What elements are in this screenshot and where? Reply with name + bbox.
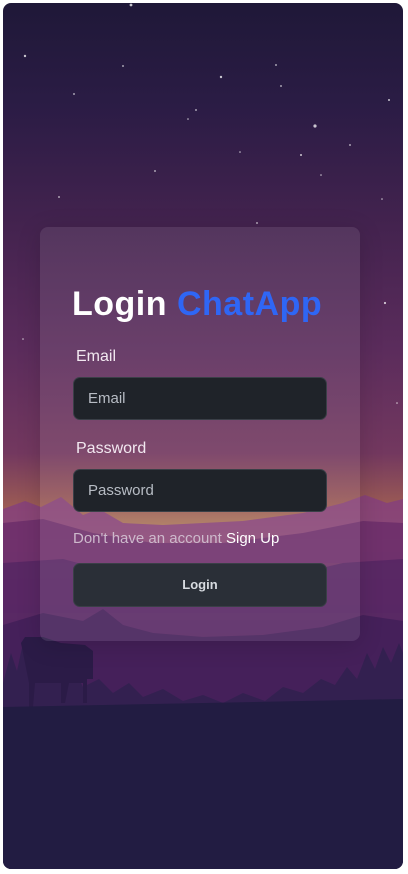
- password-field-container: [73, 469, 327, 512]
- signup-prompt-line: Don't have an account Sign Up: [73, 529, 279, 549]
- signup-link[interactable]: Sign Up: [226, 530, 279, 547]
- password-label: Password: [76, 440, 147, 457]
- login-button[interactable]: Login: [73, 563, 327, 607]
- email-label: Email: [76, 348, 117, 365]
- signup-prompt: Don't have an account: [73, 530, 222, 547]
- email-field-container: [73, 377, 327, 420]
- login-title: Login ChatApp: [72, 284, 322, 324]
- password-field[interactable]: [74, 470, 326, 511]
- title-prefix: Login: [72, 285, 168, 323]
- title-brand: ChatApp: [176, 285, 323, 323]
- email-field[interactable]: [74, 378, 326, 419]
